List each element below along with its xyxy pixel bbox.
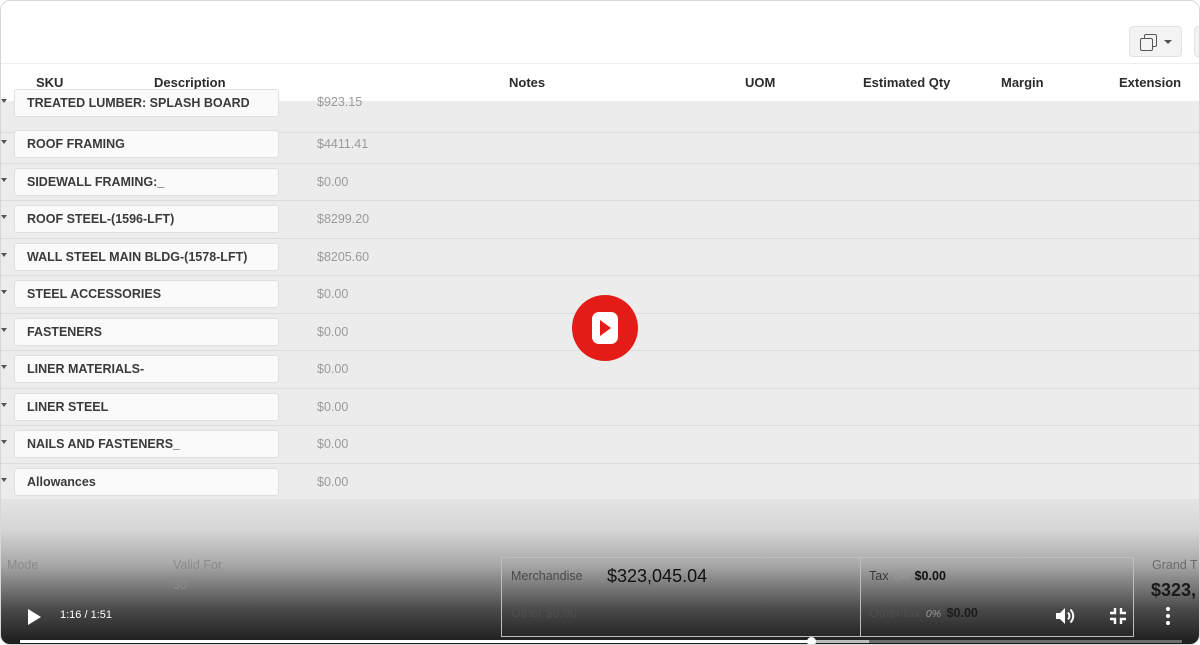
category-name: ROOF FRAMING bbox=[14, 130, 279, 158]
column-header-sku[interactable]: SKU bbox=[36, 75, 63, 90]
category-name: SIDEWALL FRAMING:_ bbox=[14, 167, 279, 196]
category-total: $8205.60 bbox=[317, 249, 370, 264]
category-total: $8299.20 bbox=[317, 212, 370, 226]
expand-caret-icon[interactable] bbox=[1, 477, 7, 482]
expand-caret-icon[interactable] bbox=[1, 252, 7, 257]
expand-caret-icon[interactable] bbox=[1, 440, 7, 444]
category-row[interactable]: ROOF FRAMING $4411.41 bbox=[1, 126, 1199, 164]
expand-caret-icon[interactable] bbox=[1, 215, 7, 219]
category-name: LINER STEEL bbox=[14, 392, 279, 421]
tax-line: Tax 0% $0.00 bbox=[869, 569, 946, 583]
expand-caret-icon[interactable] bbox=[1, 402, 7, 407]
grand-total-label: Grand T bbox=[1152, 558, 1198, 572]
time-display: 1:16 / 1:51 bbox=[60, 609, 112, 621]
category-name: LINER MATERIALS- bbox=[14, 355, 279, 383]
category-total: $0.00 bbox=[317, 474, 349, 489]
merchandise-label: Merchandise bbox=[511, 569, 583, 583]
expand-caret-icon[interactable] bbox=[1, 177, 7, 182]
chevron-down-icon bbox=[1163, 39, 1172, 44]
category-total: $0.00 bbox=[317, 362, 349, 376]
category-row[interactable]: ROOF STEEL-(1596-LFT) $8299.20 bbox=[1, 201, 1199, 239]
copy-icon bbox=[1139, 33, 1157, 51]
play-icon bbox=[592, 312, 618, 344]
expand-caret-icon[interactable] bbox=[1, 99, 7, 103]
column-header-uom[interactable]: UOM bbox=[745, 75, 775, 90]
category-row[interactable]: WALL STEEL MAIN BLDG-(1578-LFT) $8205.60 bbox=[1, 239, 1199, 276]
column-header-notes[interactable]: Notes bbox=[509, 75, 545, 90]
column-header-estimated-qty[interactable]: Estimated Qty bbox=[863, 75, 950, 90]
volume-icon[interactable] bbox=[1054, 605, 1078, 627]
expand-caret-icon[interactable] bbox=[1, 140, 7, 144]
category-total: $0.00 bbox=[317, 437, 349, 451]
category-total: $0.00 bbox=[317, 287, 349, 301]
category-name: FASTENERS bbox=[14, 317, 279, 346]
category-row[interactable]: SIDEWALL FRAMING:_ $0.00 bbox=[1, 164, 1199, 201]
column-header-description[interactable]: Description bbox=[154, 75, 226, 90]
mode-label: Mode bbox=[7, 558, 39, 572]
expand-caret-icon[interactable] bbox=[1, 327, 7, 332]
column-header-extension[interactable]: Extension bbox=[1119, 75, 1181, 90]
more-vertical-icon[interactable] bbox=[1157, 605, 1179, 627]
progress-bar[interactable] bbox=[20, 637, 1182, 644]
category-total: $0.00 bbox=[317, 399, 349, 414]
category-name: ROOF STEEL-(1596-LFT) bbox=[14, 205, 279, 233]
column-header-margin[interactable]: Margin bbox=[1001, 75, 1044, 90]
category-total: $4411.41 bbox=[317, 137, 369, 151]
exit-fullscreen-icon[interactable] bbox=[1107, 605, 1129, 627]
expand-caret-icon[interactable] bbox=[1, 290, 7, 294]
view-toggle-button[interactable] bbox=[1129, 26, 1182, 57]
played-range bbox=[20, 640, 812, 643]
expand-caret-icon[interactable] bbox=[1, 365, 7, 369]
valid-for-label: Valid For bbox=[173, 558, 223, 572]
merchandise-value: $323,045.04 bbox=[607, 566, 708, 586]
scrubber-handle[interactable] bbox=[807, 637, 817, 644]
tax-percent: 0% bbox=[893, 571, 910, 583]
category-name: NAILS AND FASTENERS_ bbox=[14, 430, 279, 458]
tax-label: Tax bbox=[869, 569, 889, 583]
category-row[interactable]: NAILS AND FASTENERS_ $0.00 bbox=[1, 426, 1199, 464]
category-total: $923.15 bbox=[317, 95, 363, 109]
valid-for-value: 30 bbox=[173, 578, 187, 592]
video-controls: 1:16 / 1:51 bbox=[1, 597, 1199, 644]
category-row[interactable]: LINER STEEL $0.00 bbox=[1, 389, 1199, 426]
center-play-button[interactable] bbox=[572, 295, 638, 361]
toolbar-edge-button[interactable] bbox=[1194, 26, 1199, 57]
category-name: WALL STEEL MAIN BLDG-(1578-LFT) bbox=[14, 242, 279, 271]
category-name: TREATED LUMBER: SPLASH BOARD bbox=[14, 89, 279, 117]
category-total: $0.00 bbox=[317, 174, 349, 189]
category-row[interactable]: Allowances $0.00 bbox=[1, 464, 1199, 502]
tax-value: $0.00 bbox=[914, 569, 946, 583]
play-icon[interactable] bbox=[23, 606, 45, 628]
toolbar bbox=[1, 1, 1199, 63]
category-name: STEEL ACCESSORIES bbox=[14, 280, 279, 308]
category-total: $0.00 bbox=[317, 324, 349, 339]
video-frame: SKU Description Notes UOM Estimated Qty … bbox=[0, 0, 1200, 645]
category-name: Allowances bbox=[14, 467, 279, 496]
